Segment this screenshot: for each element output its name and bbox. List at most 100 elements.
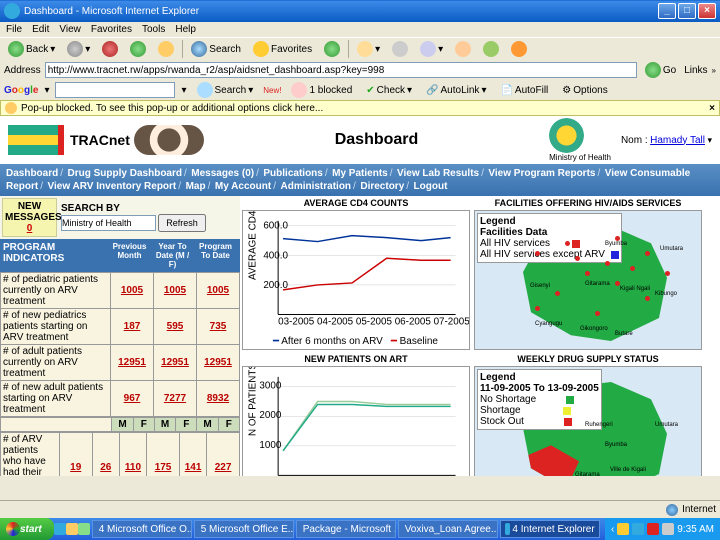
indicator-value[interactable]: 26 [92,433,119,477]
refresh-button[interactable] [126,40,150,58]
tab-messages[interactable]: Messages (0) [191,168,254,179]
google-search-button[interactable]: Search ▾ [193,81,258,99]
facility-dot[interactable] [565,241,570,246]
indicator-value[interactable]: 141 [179,433,206,477]
tab-publications[interactable]: Publications [263,168,322,179]
refresh-button[interactable]: Refresh [158,214,206,232]
user-link[interactable]: Hamady Tall [650,135,705,146]
start-button[interactable]: start [0,518,54,540]
tab-logout[interactable]: Logout [414,181,448,192]
maximize-button[interactable]: □ [678,3,696,19]
facility-dot[interactable] [535,251,540,256]
go-button[interactable]: Go [641,61,680,79]
facility-dot[interactable] [665,271,670,276]
popup-close-button[interactable]: × [709,103,715,114]
search-by-input[interactable] [61,215,156,231]
address-input[interactable] [45,62,637,78]
google-options-button[interactable]: ⚙Options [558,84,611,97]
task-office-1[interactable]: 4 Microsoft Office O... [92,520,192,538]
facility-dot[interactable] [645,251,650,256]
popup-blocked-bar[interactable]: Pop-up blocked. To see this pop-up or ad… [0,100,720,116]
facility-dot[interactable] [595,311,600,316]
new-messages-count[interactable]: 0 [27,223,33,234]
links-label[interactable]: Links [684,65,707,76]
close-button[interactable]: × [698,3,716,19]
tray-expand-icon[interactable]: ‹ [611,524,614,535]
indicator-value[interactable]: 8932 [197,381,240,417]
back-icon [8,41,24,57]
tab-administration[interactable]: Administration [280,181,351,192]
tab-program-reports[interactable]: View Program Reports [488,168,595,179]
indicator-value[interactable]: 1005 [197,273,240,309]
indicator-value[interactable]: 967 [111,381,154,417]
tab-lab-results[interactable]: View Lab Results [397,168,479,179]
facility-dot[interactable] [555,291,560,296]
clock[interactable]: 9:35 AM [677,524,714,535]
edit-button[interactable]: ▾ [416,40,447,58]
tab-my-patients[interactable]: My Patients [332,168,388,179]
menu-tools[interactable]: Tools [142,24,165,35]
menu-favorites[interactable]: Favorites [91,24,132,35]
print-button[interactable] [388,40,412,58]
menu-file[interactable]: File [6,24,22,35]
facility-dot[interactable] [575,256,580,261]
menu-edit[interactable]: Edit [32,24,49,35]
indicator-value[interactable]: 735 [197,309,240,345]
ql-ie-icon[interactable] [54,523,66,535]
indicator-value[interactable]: 12951 [197,345,240,381]
tab-my-account[interactable]: My Account [215,181,271,192]
task-voxiva[interactable]: Voxiva_Loan Agree... [398,520,498,538]
indicator-value[interactable]: 19 [59,433,92,477]
ql-explorer-icon[interactable] [78,523,90,535]
forward-button[interactable]: ▾ [63,40,94,58]
indicator-value[interactable]: 110 [119,433,146,477]
indicator-value[interactable]: 595 [154,309,197,345]
tray-icon[interactable] [617,523,629,535]
tab-drug-supply[interactable]: Drug Supply Dashboard [68,168,182,179]
task-package[interactable]: Package - Microsoft ... [296,520,396,538]
indicator-value[interactable]: 1005 [111,273,154,309]
history-button[interactable] [320,40,344,58]
favorites-button[interactable]: Favorites [249,40,316,58]
indicator-value[interactable]: 187 [111,309,154,345]
google-autolink-button[interactable]: 🔗AutoLink ▾ [422,84,490,97]
tray-icon[interactable] [647,523,659,535]
research-button[interactable] [479,40,503,58]
menu-view[interactable]: View [59,24,81,35]
stop-button[interactable] [98,40,122,58]
google-search-input[interactable] [55,82,175,98]
tab-dashboard[interactable]: Dashboard [6,168,58,179]
facilities-map[interactable]: Legend Facilities Data All HIV services … [474,210,702,350]
ql-desktop-icon[interactable] [66,523,78,535]
mail-button[interactable]: ▾ [353,40,384,58]
facility-dot[interactable] [585,271,590,276]
tray-icon[interactable] [632,523,644,535]
indicator-value[interactable]: 12951 [154,345,197,381]
tab-map[interactable]: Map [186,181,206,192]
menu-help[interactable]: Help [175,24,196,35]
indicator-value[interactable]: 12951 [111,345,154,381]
minimize-button[interactable]: _ [658,3,676,19]
google-check-button[interactable]: ✔Check ▾ [362,84,416,97]
home-button[interactable] [154,40,178,58]
facility-dot[interactable] [605,261,610,266]
indicator-value[interactable]: 7277 [154,381,197,417]
messenger-button[interactable] [507,40,531,58]
search-button[interactable]: Search [187,40,245,58]
tab-arv-inventory[interactable]: View ARV Inventory Report [48,181,177,192]
drug-supply-map[interactable]: Legend 11-09-2005 To 13-09-2005 No Short… [474,366,702,476]
back-button[interactable]: Back ▾ [4,40,59,58]
task-ie[interactable]: 4 Internet Explorer [500,520,600,538]
google-blocked-button[interactable]: 1 blocked [287,81,356,99]
tray-volume-icon[interactable] [662,523,674,535]
indicator-value[interactable]: 1005 [154,273,197,309]
google-autofill-button[interactable]: 📄AutoFill [496,84,552,97]
facility-dot[interactable] [535,306,540,311]
indicator-value[interactable]: 175 [147,433,180,477]
tab-directory[interactable]: Directory [360,181,404,192]
facility-dot[interactable] [645,296,650,301]
task-office-2[interactable]: 5 Microsoft Office E... [194,520,294,538]
facility-dot[interactable] [630,266,635,271]
discuss-button[interactable] [451,40,475,58]
indicator-value[interactable]: 227 [207,433,240,477]
